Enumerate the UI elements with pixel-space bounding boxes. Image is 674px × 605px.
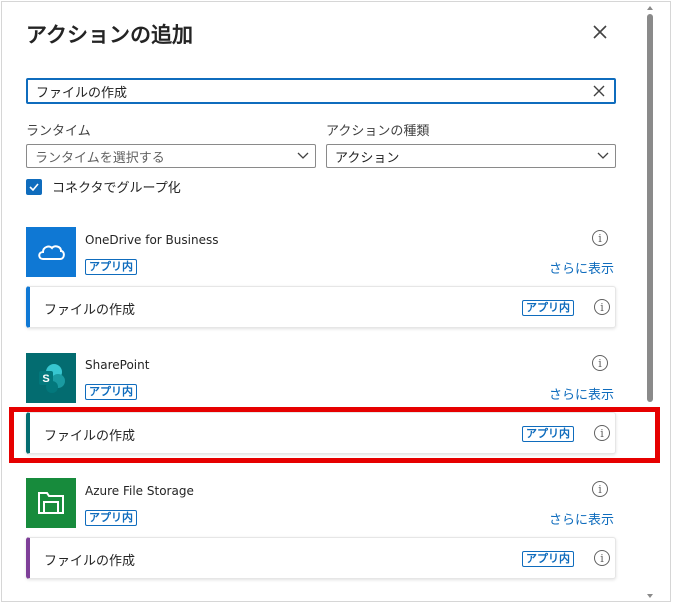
action-label: ファイルの作成 — [44, 303, 136, 318]
sharepoint-icon: S — [26, 353, 76, 403]
search-box — [26, 78, 616, 104]
in-app-badge: アプリ内 — [85, 510, 137, 526]
close-icon — [593, 25, 607, 39]
info-icon[interactable]: i — [594, 425, 610, 441]
action-type-dropdown-value: アクション — [335, 150, 400, 166]
svg-text:S: S — [42, 373, 49, 385]
clear-icon — [593, 85, 605, 97]
action-type-dropdown[interactable]: アクション — [326, 144, 616, 168]
runtime-dropdown[interactable]: ランタイムを選択する — [26, 144, 316, 168]
runtime-label: ランタイム — [26, 124, 91, 139]
action-label: ファイルの作成 — [44, 554, 136, 569]
scroll-up-icon[interactable] — [647, 6, 653, 10]
action-label: ファイルの作成 — [44, 429, 136, 444]
close-button[interactable] — [586, 18, 614, 46]
clear-search-button[interactable] — [588, 80, 610, 102]
in-app-badge: アプリ内 — [85, 384, 137, 400]
add-action-panel: アクションの追加 ランタイム アクションの種類 ランタイムを選択する アクション — [0, 0, 658, 605]
in-app-badge: アプリ内 — [85, 259, 137, 275]
scrollbar-thumb[interactable] — [647, 14, 653, 402]
scrollbar[interactable] — [645, 6, 655, 598]
onedrive-icon — [26, 227, 76, 277]
checkmark-icon — [29, 182, 39, 191]
azure-file-storage-icon — [26, 478, 76, 528]
panel-title: アクションの追加 — [26, 23, 193, 47]
connector-name-onedrive: OneDrive for Business — [85, 233, 219, 247]
runtime-dropdown-value: ランタイムを選択する — [35, 150, 165, 166]
info-icon[interactable]: i — [594, 550, 610, 566]
action-card-onedrive-create-file[interactable]: ファイルの作成 アプリ内 i — [26, 286, 616, 328]
group-by-connector-label: コネクタでグループ化 — [52, 181, 181, 196]
info-icon[interactable]: i — [592, 355, 608, 371]
in-app-badge: アプリ内 — [522, 426, 574, 442]
checkbox-checked[interactable] — [26, 178, 42, 195]
connector-name-sharepoint: SharePoint — [85, 358, 150, 372]
show-more-link[interactable]: さらに表示 — [549, 258, 614, 277]
in-app-badge: アプリ内 — [522, 551, 574, 567]
action-card-azure-file-storage-create-file[interactable]: ファイルの作成 アプリ内 i — [26, 537, 616, 579]
info-icon[interactable]: i — [594, 299, 610, 315]
search-input[interactable] — [28, 83, 588, 99]
chevron-down-icon — [597, 152, 609, 159]
action-type-label: アクションの種類 — [326, 124, 430, 139]
in-app-badge: アプリ内 — [522, 300, 574, 316]
group-by-connector-checkbox[interactable]: コネクタでグループ化 — [26, 177, 181, 196]
info-icon[interactable]: i — [592, 230, 608, 246]
connector-name-azure-file-storage: Azure File Storage — [85, 484, 194, 498]
action-card-sharepoint-create-file[interactable]: ファイルの作成 アプリ内 i — [26, 412, 616, 454]
scroll-down-icon[interactable] — [647, 594, 653, 598]
show-more-link[interactable]: さらに表示 — [549, 509, 614, 528]
chevron-down-icon — [297, 152, 309, 159]
info-icon[interactable]: i — [592, 481, 608, 497]
show-more-link[interactable]: さらに表示 — [549, 384, 614, 403]
